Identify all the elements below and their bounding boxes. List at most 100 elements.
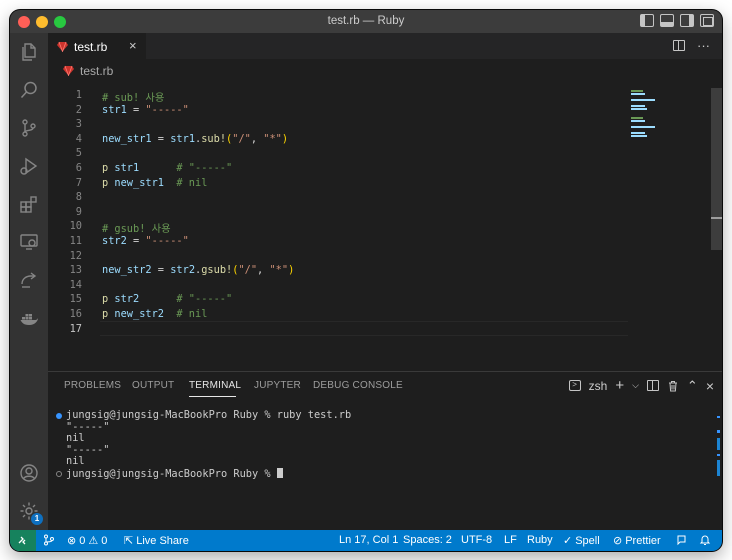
warning-count: 0 <box>101 534 108 547</box>
terminal-line: nil <box>66 455 85 467</box>
source-control-icon[interactable] <box>19 118 39 138</box>
live-share-status[interactable]: ⇱ Live Share <box>124 534 189 548</box>
code-line: 16 p new_str2 # nil <box>69 308 208 320</box>
split-terminal-icon[interactable] <box>646 380 659 391</box>
toggle-panel-icon[interactable] <box>660 14 674 27</box>
code-line: 6p str1 # "-----" <box>75 162 233 174</box>
code-line: 9 <box>75 205 82 218</box>
terminal-shell-label[interactable]: zsh <box>589 379 608 393</box>
branch-sync-item[interactable] <box>43 534 55 546</box>
notifications-bell-icon[interactable] <box>699 534 711 546</box>
code-line: 12 <box>69 249 82 262</box>
code-line: 15 p str2 # "-----" <box>69 293 233 306</box>
prettier-label: Prettier <box>625 534 661 547</box>
split-editor-icon[interactable] <box>673 40 685 51</box>
prettier-check-icon: ⊘ <box>613 535 623 547</box>
git-branch-icon <box>44 534 54 546</box>
toggle-secondary-sidebar-icon[interactable] <box>680 14 694 27</box>
code-line: 2 str1 = "-----" <box>75 103 189 116</box>
kill-terminal-trash-icon[interactable] <box>667 380 679 392</box>
tab-test-rb[interactable]: test.rb × <box>48 33 146 59</box>
activity-bar: 1 <box>10 33 48 530</box>
live-share-arrow-icon: ⇱ <box>124 535 134 547</box>
scrollbar-cursor-marker <box>711 217 722 219</box>
tab-label: test.rb <box>74 40 108 54</box>
ruby-file-icon <box>57 41 68 52</box>
tab-output[interactable]: OUTPUT <box>132 380 174 391</box>
command-success-icon[interactable] <box>56 413 62 419</box>
live-share-icon[interactable] <box>19 270 39 290</box>
code-line: 5 <box>75 147 82 160</box>
terminal-cursor <box>276 467 283 478</box>
code-line: 7p new_str1 # nil <box>75 176 208 189</box>
editor-tab-strip: test.rb × ··· <box>48 33 722 59</box>
language-mode[interactable]: Ruby <box>527 534 553 546</box>
terminal-line: "-----" <box>66 420 110 433</box>
new-terminal-icon[interactable]: + <box>615 377 624 394</box>
encoding-status[interactable]: UTF-8 <box>461 534 492 546</box>
spell-label: Spell <box>575 534 600 547</box>
toggle-primary-sidebar-icon[interactable] <box>640 14 654 27</box>
breadcrumb-file[interactable]: test.rb <box>80 64 113 78</box>
code-line: 8 <box>75 191 82 204</box>
spell-status[interactable]: ✓ Spell <box>563 534 600 548</box>
ruby-file-icon <box>63 65 74 76</box>
feedback-icon[interactable] <box>676 534 688 546</box>
panel-actions: > zsh + ⌵ ⌃ × <box>568 377 714 394</box>
code-line: 4 new_str1 = str1.sub!("/", "*") <box>75 132 289 145</box>
run-debug-icon[interactable] <box>19 156 39 176</box>
tab-debug-console[interactable]: DEBUG CONSOLE <box>313 380 403 391</box>
cursor-position[interactable]: Ln 17, Col 1 <box>339 534 398 546</box>
code-editor[interactable]: 1 # sub! 사용 2 str1 = "-----" 3 4 new_str1 =… <box>48 81 722 371</box>
editor-scrollbar[interactable] <box>711 88 722 250</box>
remote-explorer-icon[interactable] <box>19 232 39 252</box>
code-line: 3 <box>75 118 82 131</box>
extensions-icon[interactable] <box>19 194 39 214</box>
breadcrumb: test.rb <box>48 59 722 81</box>
terminal-line: "-----" <box>66 443 110 456</box>
editor-actions: ··· <box>673 38 710 53</box>
manage-gear-icon[interactable]: 1 <box>19 501 43 525</box>
terminal-dropdown-icon[interactable]: ⌵ <box>632 380 639 391</box>
warning-icon: ⚠ <box>88 535 99 547</box>
indentation-status[interactable]: Spaces: 2 <box>403 534 452 546</box>
terminal-line: jungsig@jungsig-MacBookPro Ruby % <box>56 467 351 479</box>
minimap[interactable] <box>631 81 711 371</box>
customize-layout-icon[interactable] <box>700 14 714 27</box>
remote-indicator[interactable] <box>10 530 36 551</box>
explorer-icon[interactable] <box>19 42 39 62</box>
maximize-panel-icon[interactable]: ⌃ <box>687 378 698 394</box>
window-title: test.rb — Ruby <box>327 15 405 27</box>
tab-close-icon[interactable]: × <box>129 38 137 53</box>
tab-terminal[interactable]: TERMINAL <box>189 380 241 391</box>
bottom-panel: PROBLEMS OUTPUT TERMINAL JUPYTER DEBUG C… <box>48 371 722 530</box>
code-line: 13 new_str2 = str2.gsub!("/", "*") <box>69 264 295 277</box>
search-icon[interactable] <box>19 80 39 100</box>
terminal-shell-icon: > <box>568 380 581 391</box>
layout-controls <box>640 14 714 27</box>
eol-status[interactable]: LF <box>504 534 517 546</box>
error-icon: ⊗ <box>67 535 77 547</box>
accounts-icon[interactable] <box>19 463 39 483</box>
more-actions-icon[interactable]: ··· <box>697 38 710 53</box>
remote-icon <box>18 536 26 545</box>
problems-status[interactable]: ⊗ 0 ⚠ 0 <box>67 534 108 548</box>
command-pending-icon[interactable] <box>56 470 62 477</box>
prettier-status[interactable]: ⊘ Prettier <box>613 534 661 548</box>
error-count: 0 <box>79 534 86 547</box>
status-bar: ⊗ 0 ⚠ 0 ⇱ Live Share Ln 17, Col 1 Spaces… <box>10 530 722 551</box>
docker-icon[interactable] <box>19 308 39 328</box>
tab-jupyter[interactable]: JUPYTER <box>254 380 301 391</box>
code-line: 1 # sub! 사용 <box>75 89 165 104</box>
terminal-output[interactable]: jungsig@jungsig-MacBookPro Ruby % ruby t… <box>56 409 351 479</box>
tab-problems[interactable]: PROBLEMS <box>64 380 121 391</box>
close-panel-icon[interactable]: × <box>706 378 714 394</box>
vscode-window: test.rb — Ruby 1 test.rb × ··· test.rb 1… <box>10 10 722 551</box>
accounts-badge: 1 <box>31 513 43 525</box>
live-share-label: Live Share <box>136 534 189 547</box>
code-line: 14 <box>69 278 82 291</box>
spell-check-icon: ✓ <box>563 535 573 547</box>
code-line: 11 str2 = "-----" <box>69 235 189 247</box>
active-tab-indicator <box>189 396 236 397</box>
code-line: 10 # gsub! 사용 <box>69 220 171 236</box>
